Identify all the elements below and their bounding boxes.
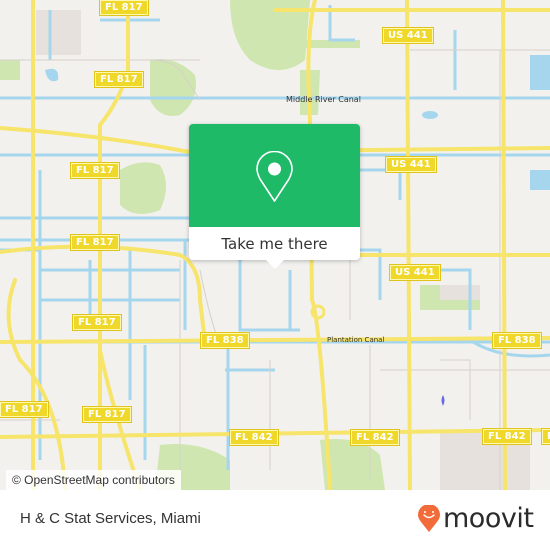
popup-tail	[266, 260, 284, 269]
road-shield: US 441	[385, 156, 437, 173]
small-marker	[441, 395, 445, 406]
location-pin-icon	[256, 151, 293, 202]
road-shield: US 441	[389, 264, 441, 281]
road-shield: FL 838	[200, 332, 250, 349]
map-view[interactable]: FL 817 FL 817 FL 817 FL 817 FL 817 FL 81…	[0, 0, 550, 490]
road-shield: FL 817	[0, 401, 49, 418]
road-shield: FL 842	[482, 428, 532, 445]
road-shield: FL 838	[492, 332, 542, 349]
road-shield: FL 842	[541, 428, 550, 445]
road-shield: FL 817	[99, 0, 149, 16]
road-shield: FL 817	[72, 314, 122, 331]
moovit-wordmark: moovit	[443, 503, 534, 534]
road-shield: FL 842	[229, 429, 279, 446]
moovit-pin-icon	[418, 505, 440, 532]
take-me-there-button[interactable]: Take me there	[189, 227, 360, 260]
place-title: H & C Stat Services, Miami	[20, 510, 201, 527]
road-shield: FL 817	[94, 71, 144, 88]
road-shield: FL 842	[350, 429, 400, 446]
popup-header	[189, 124, 360, 227]
road-shield: FL 817	[70, 234, 120, 251]
road-shield: FL 817	[82, 406, 132, 423]
road-shield: FL 817	[70, 162, 120, 179]
canal-label: Plantation Canal	[327, 336, 385, 344]
map-attribution[interactable]: © OpenStreetMap contributors	[6, 470, 181, 490]
footer: H & C Stat Services, Miami moovit	[0, 490, 550, 550]
location-popup: Take me there	[189, 124, 360, 269]
road-shield: US 441	[382, 27, 434, 44]
moovit-logo[interactable]: moovit	[418, 503, 534, 534]
canal-label: Middle River Canal	[286, 95, 361, 104]
